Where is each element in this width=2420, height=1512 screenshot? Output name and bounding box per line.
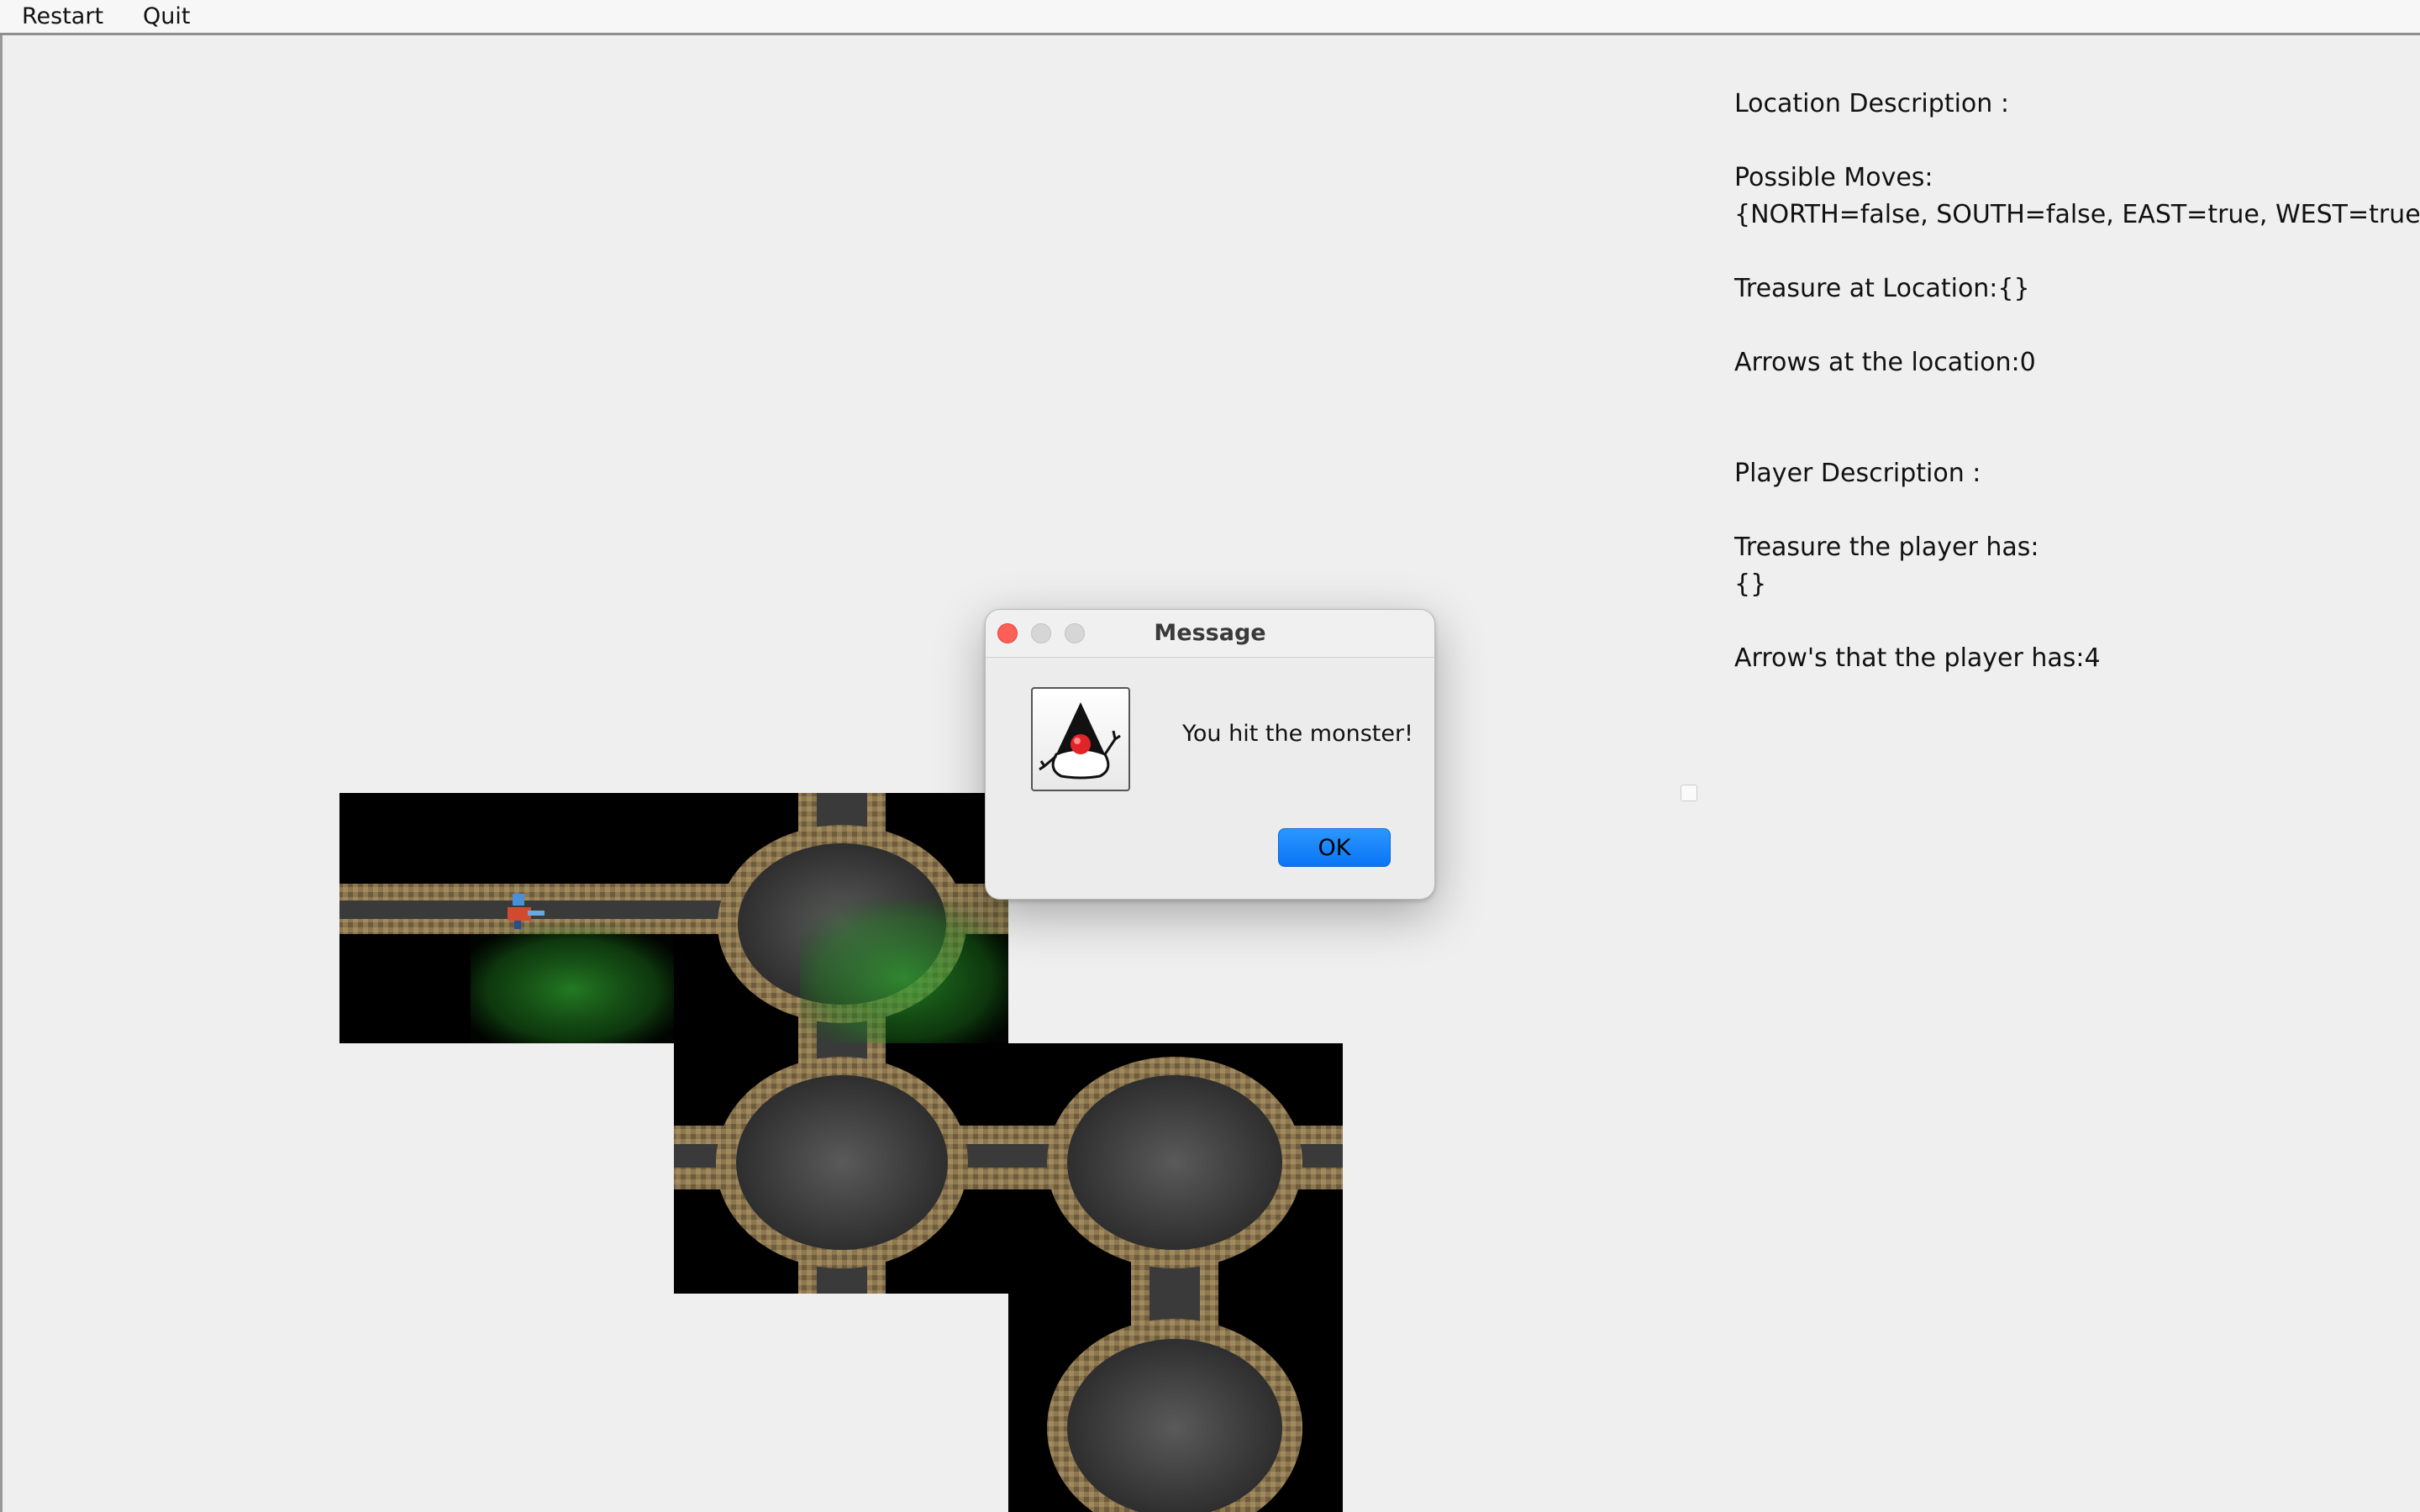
dialog-title: Message bbox=[1154, 620, 1266, 646]
stench-overlay bbox=[471, 924, 674, 1043]
map-tile-corridor bbox=[339, 793, 674, 1043]
dialog-titlebar: Message bbox=[986, 610, 1434, 658]
ok-button[interactable]: OK bbox=[1278, 828, 1391, 867]
map-tile-room-bottom bbox=[1008, 1294, 1343, 1512]
map-tile-junction-right bbox=[1008, 1043, 1343, 1294]
message-dialog: Message You hit the monster! OK bbox=[985, 609, 1435, 900]
java-duke-icon bbox=[1031, 687, 1130, 791]
map-tile-junction-top bbox=[674, 793, 1008, 1043]
stench-overlay-2 bbox=[800, 899, 1008, 1043]
map-tile-junction-middle bbox=[674, 1043, 1008, 1294]
dialog-message: You hit the monster! bbox=[1182, 721, 1413, 747]
